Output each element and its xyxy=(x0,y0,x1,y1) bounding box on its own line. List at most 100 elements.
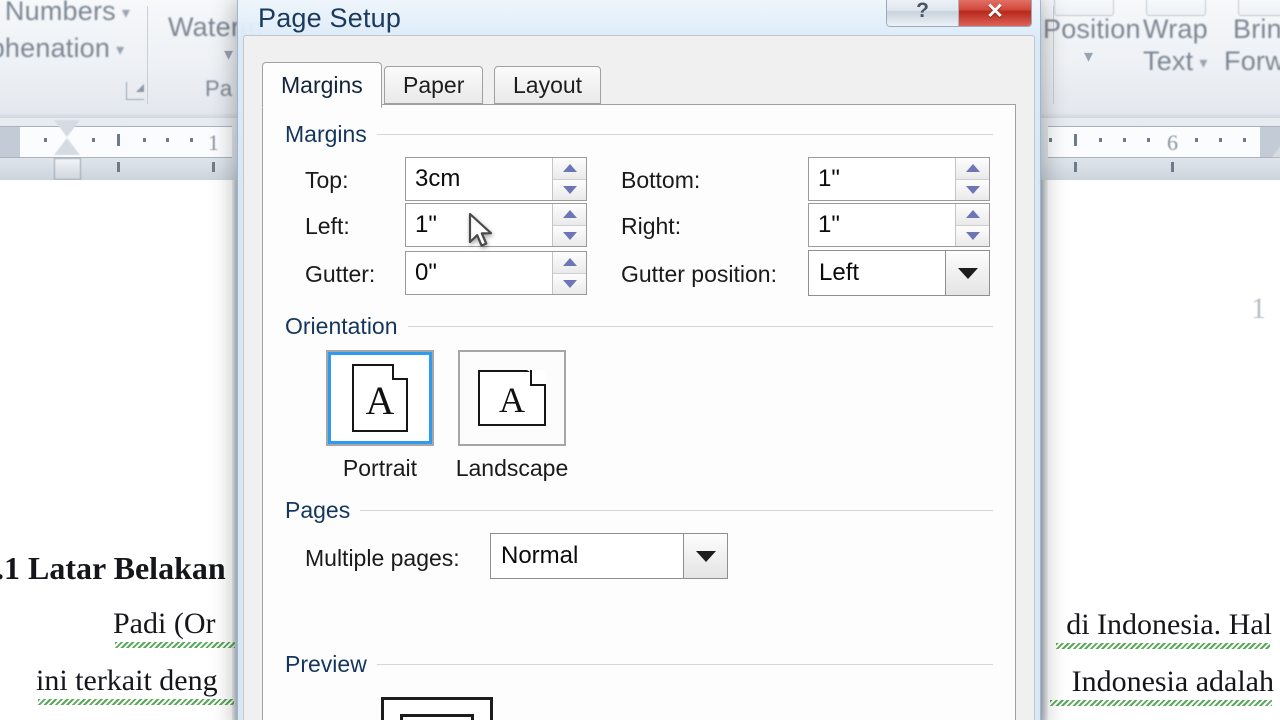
spinner-down-button[interactable] xyxy=(956,178,989,200)
ruler-tick xyxy=(1099,138,1102,142)
ribbon-button-hyphenation[interactable]: yphenation ▾ xyxy=(0,33,124,64)
close-button[interactable]: ✕ xyxy=(959,0,1031,26)
spinner-up-button[interactable] xyxy=(553,204,586,225)
input-top-margin[interactable] xyxy=(405,157,587,201)
arrow-down-icon xyxy=(562,231,577,240)
label-gutter-position-text: Gutter position: xyxy=(621,261,777,287)
landscape-page-icon: A xyxy=(478,370,546,426)
label-bottom-margin: Bottom: xyxy=(621,167,700,194)
label-multiple-pages-text: Multiple pages: xyxy=(305,545,460,571)
ruler-tick xyxy=(1074,134,1077,146)
ribbon-group-label-page-background: Pa xyxy=(205,76,232,102)
label-top-margin: Top: xyxy=(305,167,348,194)
group-header-rule xyxy=(407,326,993,327)
input-right-margin[interactable] xyxy=(808,203,990,247)
ruler-scale-right xyxy=(1048,126,1260,158)
arrow-down-icon xyxy=(562,185,577,194)
ribbon-button-line-numbers[interactable]: e Numbers ▾ xyxy=(0,0,130,27)
ribbon-label-line-numbers: e Numbers xyxy=(0,0,116,26)
group-header-orientation-label: Orientation xyxy=(285,313,398,339)
ribbon-label-position: Position xyxy=(1043,14,1141,44)
label-multiple-pages: Multiple pages: xyxy=(305,545,460,572)
ruler-tick xyxy=(166,138,169,142)
orientation-label-portrait: Portrait xyxy=(326,455,434,482)
ruler-tick-lower xyxy=(1171,162,1174,172)
chevron-down-glyph xyxy=(695,550,716,562)
label-gutter-position: Gutter position: xyxy=(621,261,777,288)
ribbon-button-wrap-text[interactable]: Wrap xyxy=(1143,14,1208,45)
orientation-option-portrait[interactable]: A xyxy=(326,350,434,446)
ruler-tick xyxy=(1219,138,1222,142)
preview-page-thumbnail xyxy=(381,697,493,720)
ruler-tick xyxy=(143,138,146,142)
left-indent-marker[interactable] xyxy=(54,158,81,180)
dropdown-gutter-position[interactable]: Left xyxy=(808,250,990,296)
input-bottom-margin-field[interactable] xyxy=(809,158,955,200)
document-paragraph-line: Indonesia adalah xyxy=(1071,665,1274,698)
spinner-left-margin xyxy=(552,204,586,246)
ribbon-label-bring: Brin xyxy=(1233,14,1280,44)
input-top-margin-field[interactable] xyxy=(406,158,552,200)
tab-layout[interactable]: Layout xyxy=(494,66,602,104)
window-controls: ? ✕ xyxy=(886,0,1032,27)
dialog-title: Page Setup xyxy=(258,3,402,33)
spellcheck-underline xyxy=(38,699,234,705)
hanging-indent-icon xyxy=(54,138,80,155)
document-heading: .1 Latar Belakan xyxy=(0,550,226,586)
chevron-down-icon[interactable]: ▾ xyxy=(224,44,233,65)
spellcheck-underline xyxy=(1050,700,1272,706)
arrow-down-icon xyxy=(562,279,577,288)
ribbon-button-bring-forward[interactable]: Brin xyxy=(1233,14,1280,45)
ruler-number-right: 6 xyxy=(1167,130,1178,155)
tab-paper[interactable]: Paper xyxy=(384,66,484,104)
input-gutter-field[interactable] xyxy=(406,252,552,294)
spinner-up-button[interactable] xyxy=(553,252,586,273)
chevron-down-icon[interactable]: ▾ xyxy=(1084,46,1093,67)
input-right-margin-field[interactable] xyxy=(809,204,955,246)
spinner-down-button[interactable] xyxy=(553,224,586,246)
dropdown-multiple-pages[interactable]: Normal xyxy=(490,533,728,579)
first-line-indent-icon xyxy=(54,120,80,137)
chevron-down-glyph xyxy=(957,267,978,279)
tab-margins[interactable]: Margins xyxy=(262,62,382,108)
group-header-rule xyxy=(376,664,993,665)
spinner-gutter xyxy=(552,252,586,294)
ruler-scale-left xyxy=(20,126,232,158)
arrow-up-icon xyxy=(965,210,980,219)
arrow-up-icon xyxy=(965,164,980,173)
ribbon-button-position[interactable]: Position xyxy=(1043,14,1141,45)
label-gutter-text: Gutter: xyxy=(305,261,376,287)
spellcheck-underline xyxy=(115,642,235,648)
spinner-up-button[interactable] xyxy=(553,158,586,179)
chevron-down-icon[interactable] xyxy=(945,251,989,295)
chevron-down-icon[interactable] xyxy=(683,534,727,578)
group-header-rule xyxy=(376,134,993,135)
spinner-up-button[interactable] xyxy=(956,204,989,225)
dropdown-multiple-pages-value: Normal xyxy=(501,542,579,569)
ruler-number-left: 1 xyxy=(208,130,219,155)
document-paragraph-line: ini terkait deng xyxy=(36,664,218,697)
page-setup-dialog-launcher-icon[interactable] xyxy=(126,82,144,100)
input-bottom-margin[interactable] xyxy=(808,157,990,201)
help-button[interactable]: ? xyxy=(887,0,959,26)
spinner-down-button[interactable] xyxy=(553,272,586,294)
input-left-margin-field[interactable] xyxy=(406,204,552,246)
ruler-tick xyxy=(1195,138,1198,142)
ruler-tick xyxy=(92,138,95,142)
input-gutter[interactable] xyxy=(405,251,587,295)
page-setup-dialog[interactable]: Page Setup ? ✕ Margins Paper Layout Marg… xyxy=(237,0,1041,720)
ribbon-label-hyphenation: yphenation xyxy=(0,33,111,63)
label-left-margin-text: Left: xyxy=(305,213,350,239)
input-left-margin[interactable] xyxy=(405,203,587,247)
spinner-up-button[interactable] xyxy=(956,158,989,179)
label-right-margin-text: Right: xyxy=(621,213,682,239)
chevron-down-icon: ▾ xyxy=(116,41,125,59)
document-paragraph-line: Padi (Or xyxy=(113,607,216,640)
group-header-margins: Margins xyxy=(285,121,993,148)
arrow-down-icon xyxy=(965,185,980,194)
orientation-option-landscape[interactable]: A xyxy=(458,350,566,446)
spinner-bottom-margin xyxy=(955,158,989,200)
spinner-down-button[interactable] xyxy=(553,178,586,200)
spinner-down-button[interactable] xyxy=(956,224,989,246)
chevron-down-icon: ▾ xyxy=(121,4,131,22)
